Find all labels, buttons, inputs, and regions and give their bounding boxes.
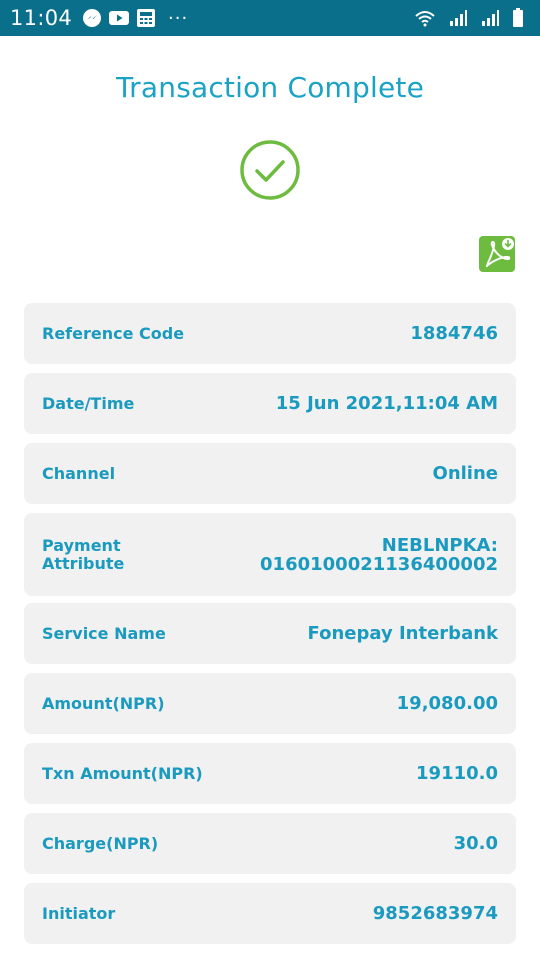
detail-label: Payment Attribute xyxy=(42,535,132,573)
status-right-icons xyxy=(414,8,530,28)
more-notifications-icon: ··· xyxy=(168,7,189,29)
calculator-app-icon xyxy=(136,8,156,28)
detail-label: Txn Amount(NPR) xyxy=(42,763,203,783)
detail-value: 9852683974 xyxy=(372,903,498,924)
pdf-download-icon xyxy=(485,238,514,268)
detail-row-service-name: Service Name Fonepay Interbank xyxy=(24,603,516,664)
page-title: Transaction Complete xyxy=(115,71,425,104)
detail-label: Service Name xyxy=(42,623,166,643)
detail-row-channel: Channel Online xyxy=(24,443,516,504)
signal-icon xyxy=(448,9,468,27)
detail-value: NEBLNPKA: 0160100021136400002 xyxy=(260,536,498,574)
check-circle-icon xyxy=(238,138,302,202)
detail-value: 1884746 xyxy=(410,323,498,344)
detail-row-reference-code: Reference Code 1884746 xyxy=(24,303,516,364)
detail-value: Fonepay Interbank xyxy=(307,623,498,644)
detail-label: Date/Time xyxy=(42,393,135,413)
detail-label: Amount(NPR) xyxy=(42,693,165,713)
detail-row-amount: Amount(NPR) 19,080.00 xyxy=(24,673,516,734)
detail-value: 19110.0 xyxy=(416,763,498,784)
detail-value: 19,080.00 xyxy=(396,693,498,714)
status-bar: 11:04 ··· xyxy=(0,0,540,36)
detail-label: Initiator xyxy=(42,903,116,923)
detail-value-line: 0160100021136400002 xyxy=(260,553,498,575)
detail-row-date-time: Date/Time 15 Jun 2021,11:04 AM xyxy=(24,373,516,434)
detail-label-line: Payment xyxy=(42,535,121,555)
detail-label: Reference Code xyxy=(42,323,185,343)
detail-value-line: NEBLNPKA: xyxy=(381,534,498,556)
wifi-icon xyxy=(414,9,436,27)
detail-row-payment-attribute: Payment Attribute NEBLNPKA: 016010002113… xyxy=(24,513,516,596)
detail-label: Channel xyxy=(42,463,116,483)
detail-label: Charge(NPR) xyxy=(42,833,159,853)
detail-value: 15 Jun 2021,11:04 AM xyxy=(275,393,498,414)
signal-icon xyxy=(480,9,500,27)
detail-value: 30.0 xyxy=(453,833,498,854)
detail-value: Online xyxy=(432,463,498,484)
battery-icon xyxy=(512,8,524,28)
youtube-icon xyxy=(108,9,130,27)
detail-label-line: Attribute xyxy=(42,553,125,573)
detail-row-txn-amount: Txn Amount(NPR) 19110.0 xyxy=(24,743,516,804)
detail-row-charge: Charge(NPR) 30.0 xyxy=(24,813,516,874)
status-time: 11:04 xyxy=(10,6,73,30)
messenger-icon xyxy=(82,8,102,28)
pdf-download-button[interactable] xyxy=(479,236,515,272)
detail-row-initiator: Initiator 9852683974 xyxy=(24,883,516,944)
